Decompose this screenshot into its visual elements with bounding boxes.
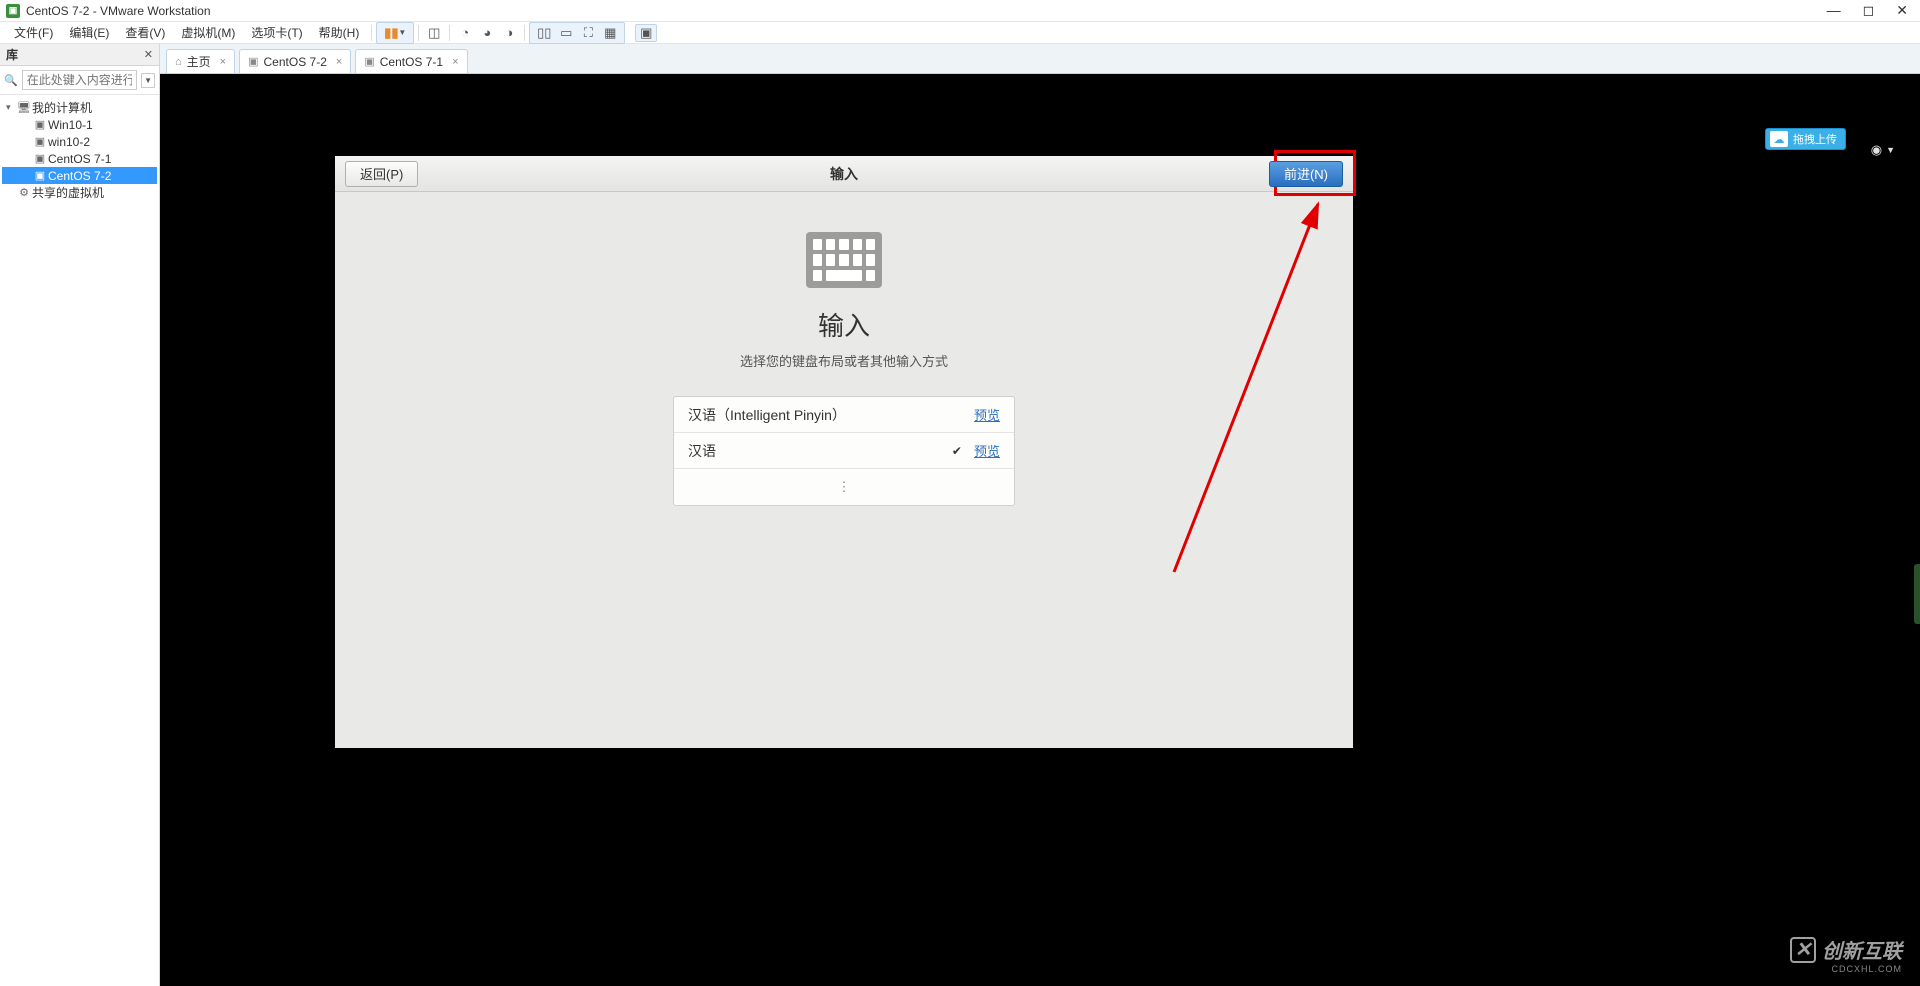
- separator: [524, 25, 525, 41]
- vm-icon: ▣: [364, 55, 374, 68]
- separator: [449, 25, 450, 41]
- tab-centos72[interactable]: ▣CentOS 7-2×: [239, 49, 351, 73]
- vm-display[interactable]: ◉▼ 返回(P) 输入 前进(N) 输入 选择您的键盘布局或者其他输入方式 汉语…: [160, 74, 1920, 986]
- library-title: 库: [6, 46, 18, 63]
- menu-tabs[interactable]: 选项卡(T): [243, 24, 310, 41]
- gnome-initial-setup: 返回(P) 输入 前进(N) 输入 选择您的键盘布局或者其他输入方式 汉语（In…: [335, 156, 1353, 748]
- library-header: 库 ✕: [0, 44, 159, 66]
- installer-title: 输入: [335, 306, 1353, 343]
- clock-button[interactable]: ◔: [454, 24, 476, 42]
- separator: [371, 25, 372, 41]
- shared-icon: ⚙: [16, 186, 32, 199]
- side-handle[interactable]: [1914, 564, 1920, 624]
- vm-icon: ▣: [32, 118, 48, 131]
- computer-icon: 🖥: [16, 101, 32, 114]
- menu-view[interactable]: 查看(V): [117, 24, 173, 41]
- tabbar: ⌂主页× ▣CentOS 7-2× ▣CentOS 7-1×: [160, 44, 1920, 74]
- check-icon: ✔: [952, 444, 962, 458]
- tree-item-win10-2[interactable]: ▣win10-2: [2, 133, 157, 150]
- preview-link[interactable]: 预览: [974, 405, 1000, 424]
- tree-item-win10-1[interactable]: ▣Win10-1: [2, 116, 157, 133]
- library-search-input[interactable]: [22, 70, 137, 90]
- installer-subtitle: 选择您的键盘布局或者其他输入方式: [335, 351, 1353, 370]
- clock2-button[interactable]: ◕: [476, 24, 498, 42]
- tree-root[interactable]: ▾ 🖥 我的计算机: [2, 99, 157, 116]
- accessibility-icon: ◉: [1871, 142, 1882, 158]
- tab-centos71[interactable]: ▣CentOS 7-1×: [355, 49, 467, 73]
- close-button[interactable]: ✕: [1896, 2, 1908, 19]
- unity-button[interactable]: ▣: [635, 24, 657, 42]
- maximize-button[interactable]: ◻: [1863, 2, 1875, 19]
- vm-icon: ▣: [32, 135, 48, 148]
- preview-link[interactable]: 预览: [974, 441, 1000, 460]
- installer-header: 返回(P) 输入 前进(N): [335, 156, 1353, 192]
- search-icon: 🔍: [4, 74, 18, 87]
- menubar: 文件(F) 编辑(E) 查看(V) 虚拟机(M) 选项卡(T) 帮助(H) ▮▮…: [0, 22, 1920, 44]
- tree-item-centos72[interactable]: ▣CentOS 7-2: [2, 167, 157, 184]
- menu-vm[interactable]: 虚拟机(M): [173, 24, 243, 41]
- accessibility-menu[interactable]: ◉▼: [1871, 142, 1895, 158]
- library-tree: ▾ 🖥 我的计算机 ▣Win10-1 ▣win10-2 ▣CentOS 7-1 …: [0, 95, 159, 205]
- library-close-icon[interactable]: ✕: [144, 48, 153, 61]
- more-icon: ⋮: [838, 485, 851, 489]
- forward-button[interactable]: 前进(N): [1269, 161, 1343, 187]
- tree-item-centos71[interactable]: ▣CentOS 7-1: [2, 150, 157, 167]
- vm-icon: ▣: [248, 55, 258, 68]
- more-options-button[interactable]: ⋮: [674, 469, 1014, 505]
- watermark-logo-icon: ✕: [1790, 937, 1816, 963]
- titlebar: ▣ CentOS 7-2 - VMware Workstation — ◻ ✕: [0, 0, 1920, 22]
- keyboard-icon: [806, 232, 882, 288]
- vmware-logo-icon: ▣: [6, 4, 20, 18]
- tab-close-icon[interactable]: ×: [336, 56, 342, 68]
- back-button[interactable]: 返回(P): [345, 161, 418, 187]
- tree-root-label: 我的计算机: [32, 99, 92, 116]
- input-method-list: 汉语（Intelligent Pinyin） 预览 汉语 ✔ 预览 ⋮: [673, 396, 1015, 506]
- expand-icon[interactable]: ▾: [6, 102, 16, 113]
- view-modes[interactable]: ▯▯▭⛶▦: [529, 22, 625, 44]
- tab-close-icon[interactable]: ×: [452, 56, 458, 68]
- cloud-icon: ☁: [1770, 131, 1788, 147]
- vm-icon: ▣: [32, 152, 48, 165]
- tree-shared[interactable]: ⚙共享的虚拟机: [2, 184, 157, 201]
- input-option-pinyin[interactable]: 汉语（Intelligent Pinyin） 预览: [674, 397, 1014, 433]
- minimize-button[interactable]: —: [1827, 2, 1841, 19]
- watermark: ✕创新互联 CDCXHL.COM: [1790, 935, 1902, 974]
- pause-button[interactable]: ▮▮▼: [376, 22, 414, 44]
- window-title: CentOS 7-2 - VMware Workstation: [26, 4, 211, 18]
- vm-icon: ▣: [32, 169, 48, 182]
- cloud-upload-button[interactable]: ☁ 拖拽上传: [1765, 128, 1846, 150]
- installer-body: 输入 选择您的键盘布局或者其他输入方式 汉语（Intelligent Pinyi…: [335, 192, 1353, 506]
- snapshot-button[interactable]: ◫: [423, 24, 445, 42]
- tab-close-icon[interactable]: ×: [220, 56, 226, 68]
- library-panel: 库 ✕ 🔍 ▼ ▾ 🖥 我的计算机 ▣Win10-1 ▣win10-2 ▣Cen…: [0, 44, 160, 986]
- home-icon: ⌂: [175, 56, 182, 68]
- library-search: 🔍 ▼: [0, 66, 159, 95]
- clock3-button[interactable]: ◑: [498, 24, 520, 42]
- separator: [418, 25, 419, 41]
- input-option-hanyu[interactable]: 汉语 ✔ 预览: [674, 433, 1014, 469]
- installer-bar-title: 输入: [335, 164, 1353, 184]
- menu-file[interactable]: 文件(F): [6, 24, 61, 41]
- search-dropdown-icon[interactable]: ▼: [141, 73, 155, 88]
- tab-home[interactable]: ⌂主页×: [166, 49, 235, 73]
- menu-edit[interactable]: 编辑(E): [61, 24, 117, 41]
- menu-help[interactable]: 帮助(H): [311, 24, 368, 41]
